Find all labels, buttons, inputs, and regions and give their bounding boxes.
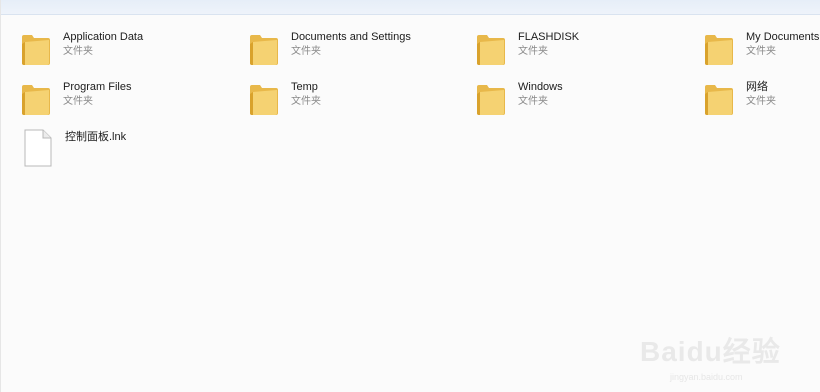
document-icon [24, 129, 52, 167]
folder-name: Windows [518, 81, 563, 93]
address-bar-edge [1, 0, 820, 15]
folder-network[interactable]: 网络 文件夹 [702, 78, 776, 122]
folder-icon [705, 35, 733, 65]
folder-name: My Documents [746, 31, 820, 43]
folder-type: 文件夹 [291, 46, 321, 57]
watermark-sub: jingyan.baidu.com [670, 372, 743, 382]
folder-my-documents[interactable]: My Documents 文件夹 [702, 28, 820, 72]
folder-type: 文件夹 [746, 46, 776, 57]
file-control-panel-lnk[interactable]: 控制面板.lnk [21, 128, 126, 172]
folder-icon [705, 85, 733, 115]
folder-program-files[interactable]: Program Files 文件夹 [19, 78, 131, 122]
file-name: 控制面板.lnk [65, 131, 127, 143]
folder-documents-and-settings[interactable]: Documents and Settings 文件夹 [247, 28, 411, 72]
file-explorer-window: Application Data 文件夹 Documents and Setti… [0, 0, 820, 392]
watermark-text: Baidu经验 [640, 336, 781, 367]
folder-type: 文件夹 [518, 96, 548, 107]
baidu-watermark: Baidu经验 jingyan.baidu.com [640, 312, 790, 382]
folder-icon [250, 35, 278, 65]
folder-type: 文件夹 [291, 96, 321, 107]
folder-icon [22, 35, 50, 65]
folder-temp[interactable]: Temp 文件夹 [247, 78, 321, 122]
folder-name: Temp [291, 81, 318, 93]
folder-type: 文件夹 [63, 96, 93, 107]
folder-type: 文件夹 [746, 96, 776, 107]
folder-icon [477, 85, 505, 115]
folder-windows[interactable]: Windows 文件夹 [474, 78, 563, 122]
folder-icon [477, 35, 505, 65]
folder-name: 网络 [746, 81, 768, 93]
folder-icon [22, 85, 50, 115]
folder-icon [250, 85, 278, 115]
folder-application-data[interactable]: Application Data 文件夹 [19, 28, 143, 72]
folder-type: 文件夹 [63, 46, 93, 57]
folder-name: Application Data [63, 31, 144, 43]
folder-name: Program Files [63, 81, 132, 93]
folder-type: 文件夹 [518, 46, 548, 57]
folder-flashdisk[interactable]: FLASHDISK 文件夹 [474, 28, 579, 72]
folder-name: FLASHDISK [518, 31, 580, 43]
folder-name: Documents and Settings [291, 31, 411, 43]
